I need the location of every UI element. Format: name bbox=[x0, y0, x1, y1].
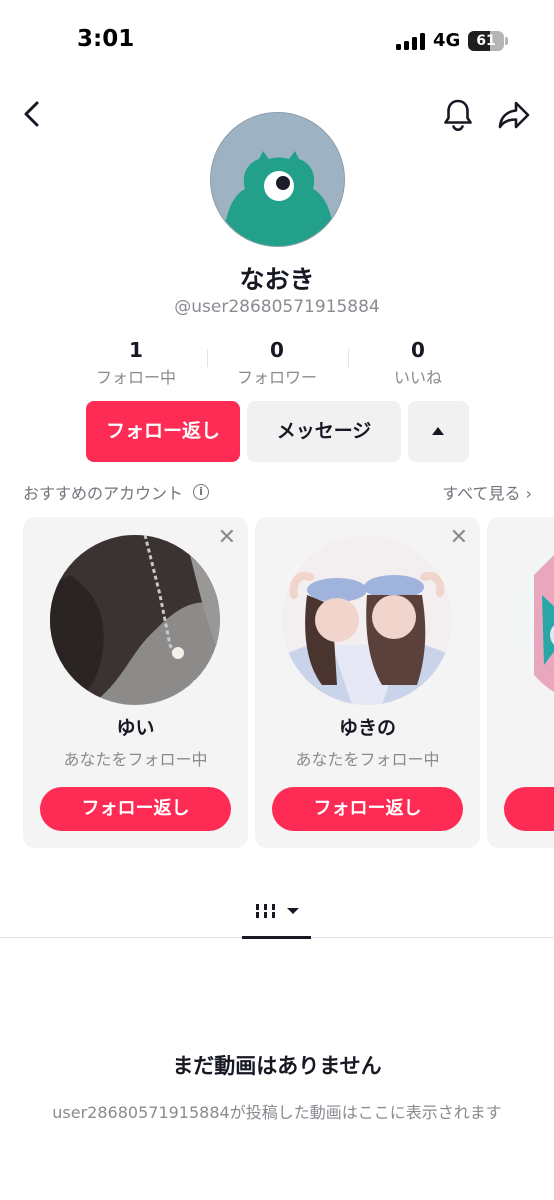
suggested-name: ゆきの bbox=[338, 717, 396, 739]
stat-following-label: フォロー中 bbox=[95, 368, 176, 387]
suggested-avatar[interactable] bbox=[514, 535, 554, 705]
profile-tab-bar bbox=[0, 890, 554, 939]
info-icon[interactable]: i bbox=[193, 484, 210, 500]
stat-followers-count: 0 bbox=[270, 338, 284, 362]
follow-back-button[interactable]: フォロー返し bbox=[86, 401, 240, 462]
stat-following-count: 1 bbox=[129, 338, 143, 362]
suggested-subtitle: あなたをフォロー中 bbox=[295, 750, 440, 769]
suggested-accounts-header: おすすめのアカウント i bbox=[23, 480, 210, 504]
close-icon[interactable]: ✕ bbox=[450, 527, 468, 549]
close-icon[interactable]: ✕ bbox=[218, 527, 236, 549]
video-grid-icon bbox=[256, 904, 299, 918]
profile-avatar[interactable] bbox=[210, 112, 345, 247]
message-button[interactable]: メッセージ bbox=[247, 401, 401, 462]
profile-stats: 1 フォロー中 0 フォロワー 0 いいね bbox=[0, 337, 554, 387]
default-avatar-icon bbox=[211, 113, 344, 246]
see-all-link[interactable]: すべて見る › bbox=[442, 480, 532, 504]
suggested-name: ゆい bbox=[116, 717, 155, 739]
stat-likes-count: 0 bbox=[411, 338, 425, 362]
suggested-account-card[interactable]: ✕ ゆい あなたをフォロー中 フォロー返し bbox=[23, 517, 248, 848]
empty-state-subtitle: user28680571915884が投稿した動画はここに表示されます bbox=[52, 1103, 502, 1122]
stat-likes[interactable]: 0 いいね bbox=[348, 337, 488, 388]
tab-videos[interactable] bbox=[242, 890, 311, 939]
back-button[interactable] bbox=[20, 100, 44, 128]
chevron-left-icon bbox=[24, 101, 39, 127]
tab-active-indicator bbox=[242, 936, 311, 939]
status-bar: 3:01 4G 61 bbox=[0, 0, 554, 84]
suggested-accounts-carousel[interactable]: ✕ ゆい あなたをフォロー中 フォロー返し ✕ ゆきの あなたをフォロー中 フォ… bbox=[0, 517, 554, 849]
suggested-accounts-title: おすすめのアカウント bbox=[23, 484, 184, 503]
suggested-avatar-photo bbox=[282, 535, 452, 705]
triangle-up-icon bbox=[432, 427, 444, 435]
bell-icon bbox=[444, 99, 472, 132]
username: @user28680571915884 bbox=[174, 297, 380, 317]
display-name: なおき bbox=[239, 265, 315, 294]
suggested-toggle-button[interactable] bbox=[408, 401, 469, 462]
status-time: 3:01 bbox=[77, 26, 135, 52]
suggested-avatar-photo bbox=[514, 535, 554, 705]
suggested-subtitle: あな bbox=[487, 746, 554, 770]
suggested-follow-back-button[interactable]: フ bbox=[504, 787, 554, 831]
suggested-follow-back-button[interactable]: フォロー返し bbox=[272, 787, 463, 831]
battery-percent: 61 bbox=[476, 33, 496, 49]
stat-likes-label: いいね bbox=[393, 368, 442, 387]
battery-icon: 61 bbox=[468, 31, 504, 51]
suggested-account-card[interactable]: ✕ ゆきの あなたをフォロー中 フォロー返し bbox=[255, 517, 480, 848]
stat-followers-label: フォロワー bbox=[236, 368, 317, 387]
suggested-name: 天使 bbox=[487, 713, 554, 740]
share-arrow-icon bbox=[498, 101, 530, 129]
suggested-subtitle: あなたをフォロー中 bbox=[63, 750, 208, 769]
suggested-avatar[interactable] bbox=[50, 535, 220, 705]
network-type: 4G bbox=[433, 30, 461, 51]
notification-button[interactable] bbox=[442, 98, 474, 132]
empty-state-title: まだ動画はありません bbox=[172, 1054, 382, 1078]
cellular-signal-icon bbox=[396, 33, 426, 50]
suggested-avatar-photo bbox=[50, 535, 220, 705]
suggested-account-card[interactable]: 天使 あな フ bbox=[487, 517, 554, 848]
battery-tip bbox=[505, 37, 508, 45]
stat-followers[interactable]: 0 フォロワー bbox=[207, 337, 347, 388]
share-button[interactable] bbox=[497, 100, 531, 130]
stat-following[interactable]: 1 フォロー中 bbox=[66, 337, 206, 388]
suggested-avatar[interactable] bbox=[282, 535, 452, 705]
suggested-follow-back-button[interactable]: フォロー返し bbox=[40, 787, 231, 831]
